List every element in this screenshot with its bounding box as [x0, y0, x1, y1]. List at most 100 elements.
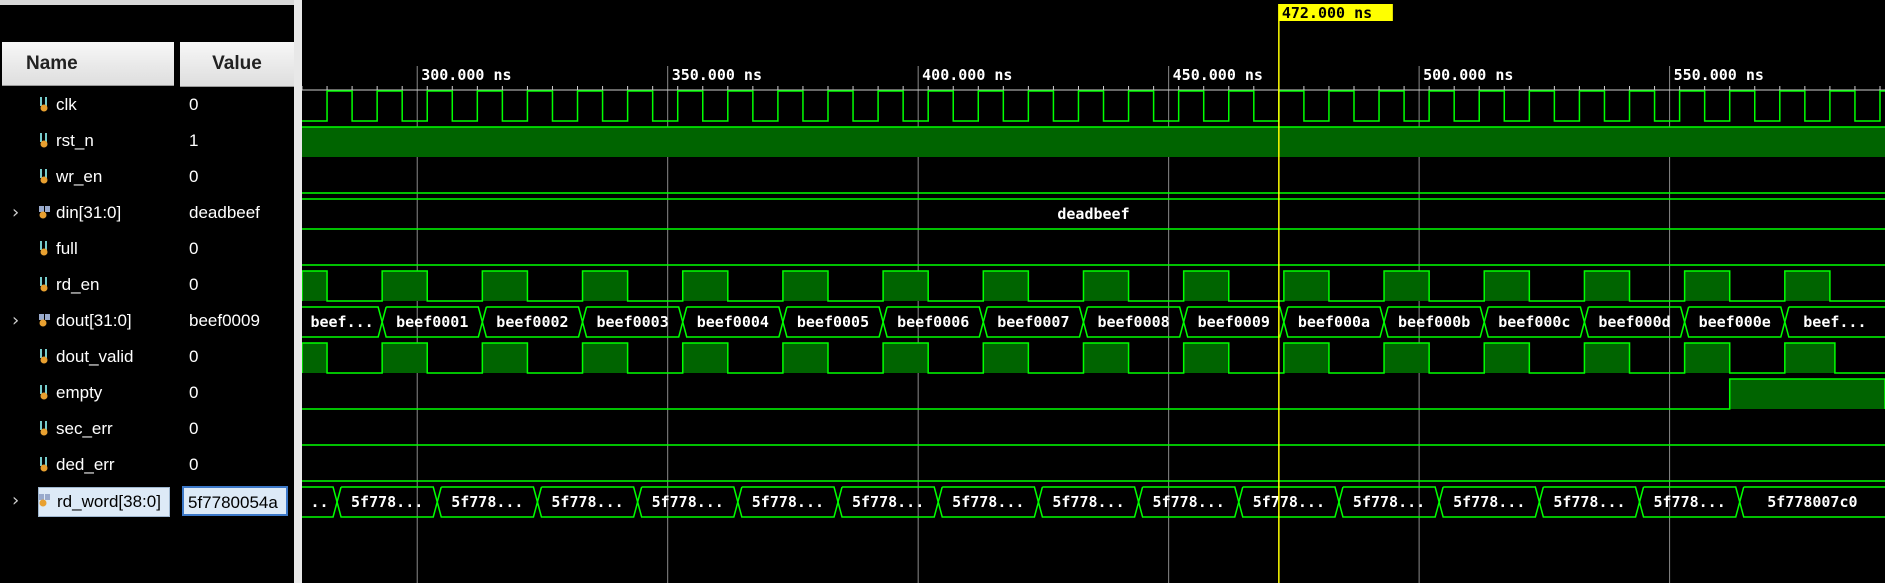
pulse-fill: [1484, 343, 1530, 373]
signal-value: 0: [189, 347, 199, 366]
waveform-dout_valid: [302, 342, 1885, 374]
bus-signal-icon: [38, 204, 52, 220]
bus-value-label: 5f778...: [1654, 493, 1726, 511]
pulse-fill: [582, 271, 628, 301]
bus-value-label: beef000d: [1598, 313, 1670, 331]
name-column-header[interactable]: Name: [2, 42, 174, 86]
bus-value-label: 5f778...: [1153, 493, 1225, 511]
bus-signal-icon: [38, 312, 52, 328]
signal-name: clk: [56, 95, 77, 114]
pane-divider[interactable]: [294, 0, 302, 583]
signal-name: rd_en: [56, 275, 100, 294]
pulse-fill: [382, 271, 428, 301]
value-column-header[interactable]: Value: [180, 42, 294, 87]
signal-row-rd_en[interactable]: rd_en 0: [0, 268, 300, 304]
scalar-signal-icon: [38, 420, 52, 436]
signal-value: 0: [189, 167, 199, 186]
signal-row-dout[interactable]: › dout[31:0] beef0009: [0, 304, 300, 340]
panel-top-strip: [0, 0, 300, 5]
signal-row-full[interactable]: full 0: [0, 232, 300, 268]
bus-value-label: 5f778...: [451, 493, 523, 511]
scalar-signal-icon: [38, 132, 52, 148]
signal-row-din[interactable]: › din[31:0] deadbeef: [0, 196, 300, 232]
signal-name: ded_err: [56, 455, 115, 474]
expand-chevron-icon[interactable]: ›: [12, 310, 19, 331]
scalar-signal-icon: [38, 348, 52, 364]
signal-name: full: [56, 239, 78, 258]
pulse-fill: [1384, 343, 1430, 373]
bus-value-label: beef000e: [1699, 313, 1771, 331]
pulse-fill: [302, 343, 328, 373]
signal-value: 0: [189, 275, 199, 294]
bus-value-label: beef0008: [1097, 313, 1169, 331]
signal-row-empty[interactable]: empty 0: [0, 376, 300, 412]
bus-value-label: 5f778007c0: [1767, 493, 1857, 511]
bus-signal-icon: [38, 492, 52, 508]
ruler-tick-label: 350.000 ns: [672, 66, 762, 84]
bus-value-label: 5f778...: [1052, 493, 1124, 511]
signal-value: 0: [189, 95, 199, 114]
pulse-fill: [1283, 343, 1329, 373]
pulse-fill: [1584, 343, 1630, 373]
bus-value-label: beef0001: [396, 313, 468, 331]
ruler-tick-label: 400.000 ns: [922, 66, 1012, 84]
waveforms: deadbeefbeef... beef0001 beef0002 beef0003 b…: [302, 90, 1885, 518]
bus-value-label: beef000b: [1398, 313, 1470, 331]
pulse-fill: [1684, 271, 1730, 301]
pulse-fill: [1584, 271, 1630, 301]
signal-value: 0: [189, 455, 199, 474]
pulse-fill: [1183, 271, 1229, 301]
bus-value-label: 5f778...: [952, 493, 1024, 511]
waveform-dout: beef... beef0001 beef0002 beef0003 beef0004 b…: [302, 306, 1885, 338]
pulse-fill: [883, 271, 929, 301]
pulse-fill: [883, 343, 929, 373]
pulse-fill: [482, 343, 528, 373]
clock-wave: [302, 90, 1885, 122]
expand-chevron-icon[interactable]: ›: [12, 490, 19, 511]
waveform-rd_word: .. 5f778... 5f778... 5f778... 5f778... 5f778.…: [302, 486, 1885, 518]
bus-value-label: beef0009: [1198, 313, 1270, 331]
signal-value: 0: [189, 383, 199, 402]
bus-value-label: 5f778...: [652, 493, 724, 511]
pulse-fill: [682, 343, 728, 373]
bus-value-label: 5f778...: [1453, 493, 1525, 511]
pulse-fill: [1729, 379, 1885, 409]
ruler-tick-label: 300.000 ns: [421, 66, 511, 84]
waveform-canvas[interactable]: 300.000 ns 350.000 ns 400.000 ns 450.000 ns…: [302, 0, 1885, 583]
pulse-fill: [1083, 271, 1129, 301]
bus-value-label: beef0004: [697, 313, 769, 331]
signal-name: wr_en: [56, 167, 103, 186]
ruler-tick-label: 450.000 ns: [1173, 66, 1263, 84]
pulse-fill: [1183, 343, 1229, 373]
cursor-label: 472.000 ns: [1282, 4, 1372, 22]
signal-value: beef0009: [189, 311, 260, 330]
pulse-fill: [782, 271, 828, 301]
signal-row-ded_err[interactable]: ded_err 0: [0, 448, 300, 484]
signal-name: din[31:0]: [56, 203, 122, 222]
expand-chevron-icon[interactable]: ›: [12, 202, 19, 223]
pulse-fill: [1083, 343, 1129, 373]
waveform-din: deadbeef: [302, 198, 1885, 230]
signal-row-wr_en[interactable]: wr_en 0: [0, 160, 300, 196]
waveform-area[interactable]: 300.000 ns 350.000 ns 400.000 ns 450.000 ns…: [302, 0, 1885, 583]
pulse-fill: [1283, 271, 1329, 301]
scalar-signal-icon: [38, 168, 52, 184]
signal-value: 0: [189, 239, 199, 258]
signal-value: 0: [189, 419, 199, 438]
signal-name: rd_word[38:0]: [38, 487, 170, 517]
signal-row-sec_err[interactable]: sec_err 0: [0, 412, 300, 448]
signal-row-rst_n[interactable]: rst_n 1: [0, 124, 300, 160]
signal-row-dout_valid[interactable]: dout_valid 0: [0, 340, 300, 376]
signal-value: 1: [189, 131, 199, 150]
signal-row-clk[interactable]: clk 0: [0, 88, 300, 124]
waveform-rst_n: [302, 126, 1885, 157]
scalar-signal-icon: [38, 240, 52, 256]
pulse-fill: [1784, 271, 1830, 301]
waveform-rd_en: [302, 270, 1885, 302]
ruler-tick-label: 500.000 ns: [1423, 66, 1513, 84]
bus-value-label: beef...: [310, 313, 373, 331]
bus-value-label: beef000a: [1298, 313, 1370, 331]
pulse-fill: [782, 343, 828, 373]
pulse-fill: [682, 271, 728, 301]
signal-row-rd_word[interactable]: › rd_word[38:0] 5f7780054a: [0, 484, 300, 520]
